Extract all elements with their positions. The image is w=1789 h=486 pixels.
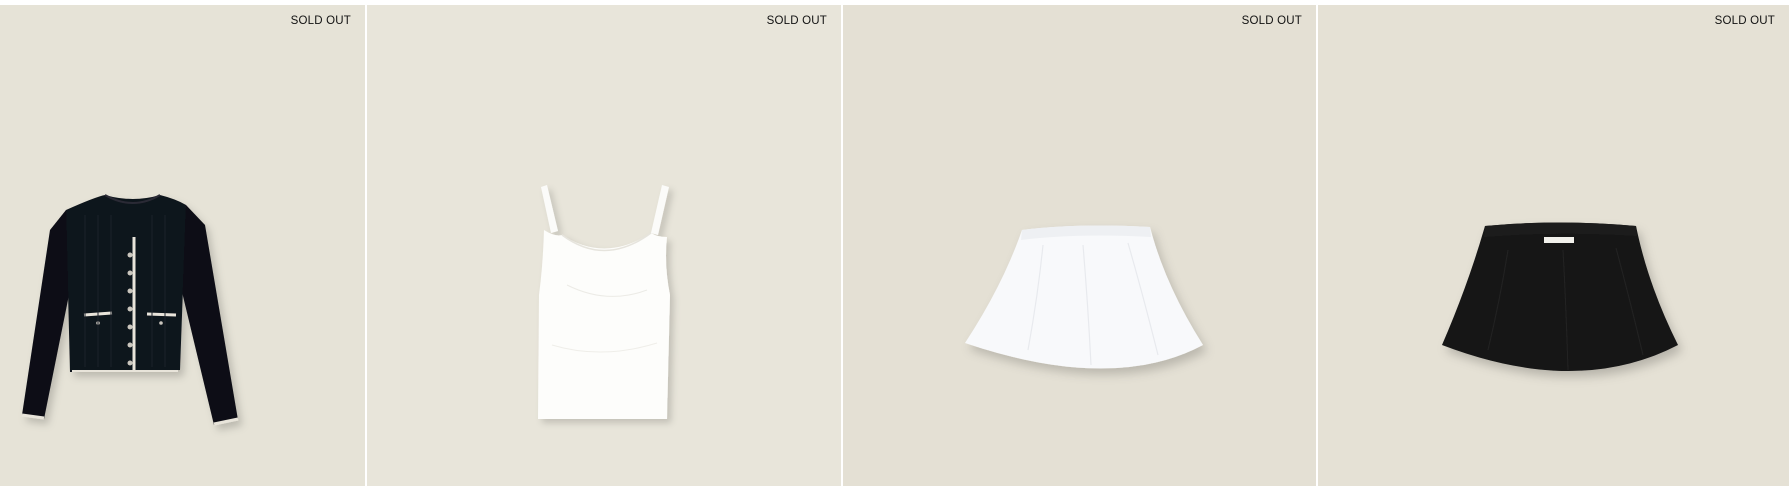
- product-card[interactable]: SOLD OUT: [0, 5, 365, 486]
- sold-out-badge: SOLD OUT: [766, 15, 827, 27]
- black-mini-skirt-image[interactable]: [1318, 5, 1789, 486]
- white-mini-skirt-image[interactable]: [843, 5, 1316, 486]
- black-cardigan-image[interactable]: [0, 5, 365, 486]
- product-card[interactable]: SOLD OUT: [367, 5, 841, 486]
- sold-out-badge: SOLD OUT: [290, 15, 351, 27]
- product-card[interactable]: SOLD OUT: [843, 5, 1316, 486]
- sold-out-badge: SOLD OUT: [1714, 15, 1775, 27]
- sold-out-badge: SOLD OUT: [1241, 15, 1302, 27]
- white-tank-top-image[interactable]: [367, 5, 841, 486]
- product-grid: SOLD OUT SOLD OUT SOLD OUT SOLD OUT: [0, 5, 1789, 486]
- product-card[interactable]: SOLD OUT: [1318, 5, 1789, 486]
